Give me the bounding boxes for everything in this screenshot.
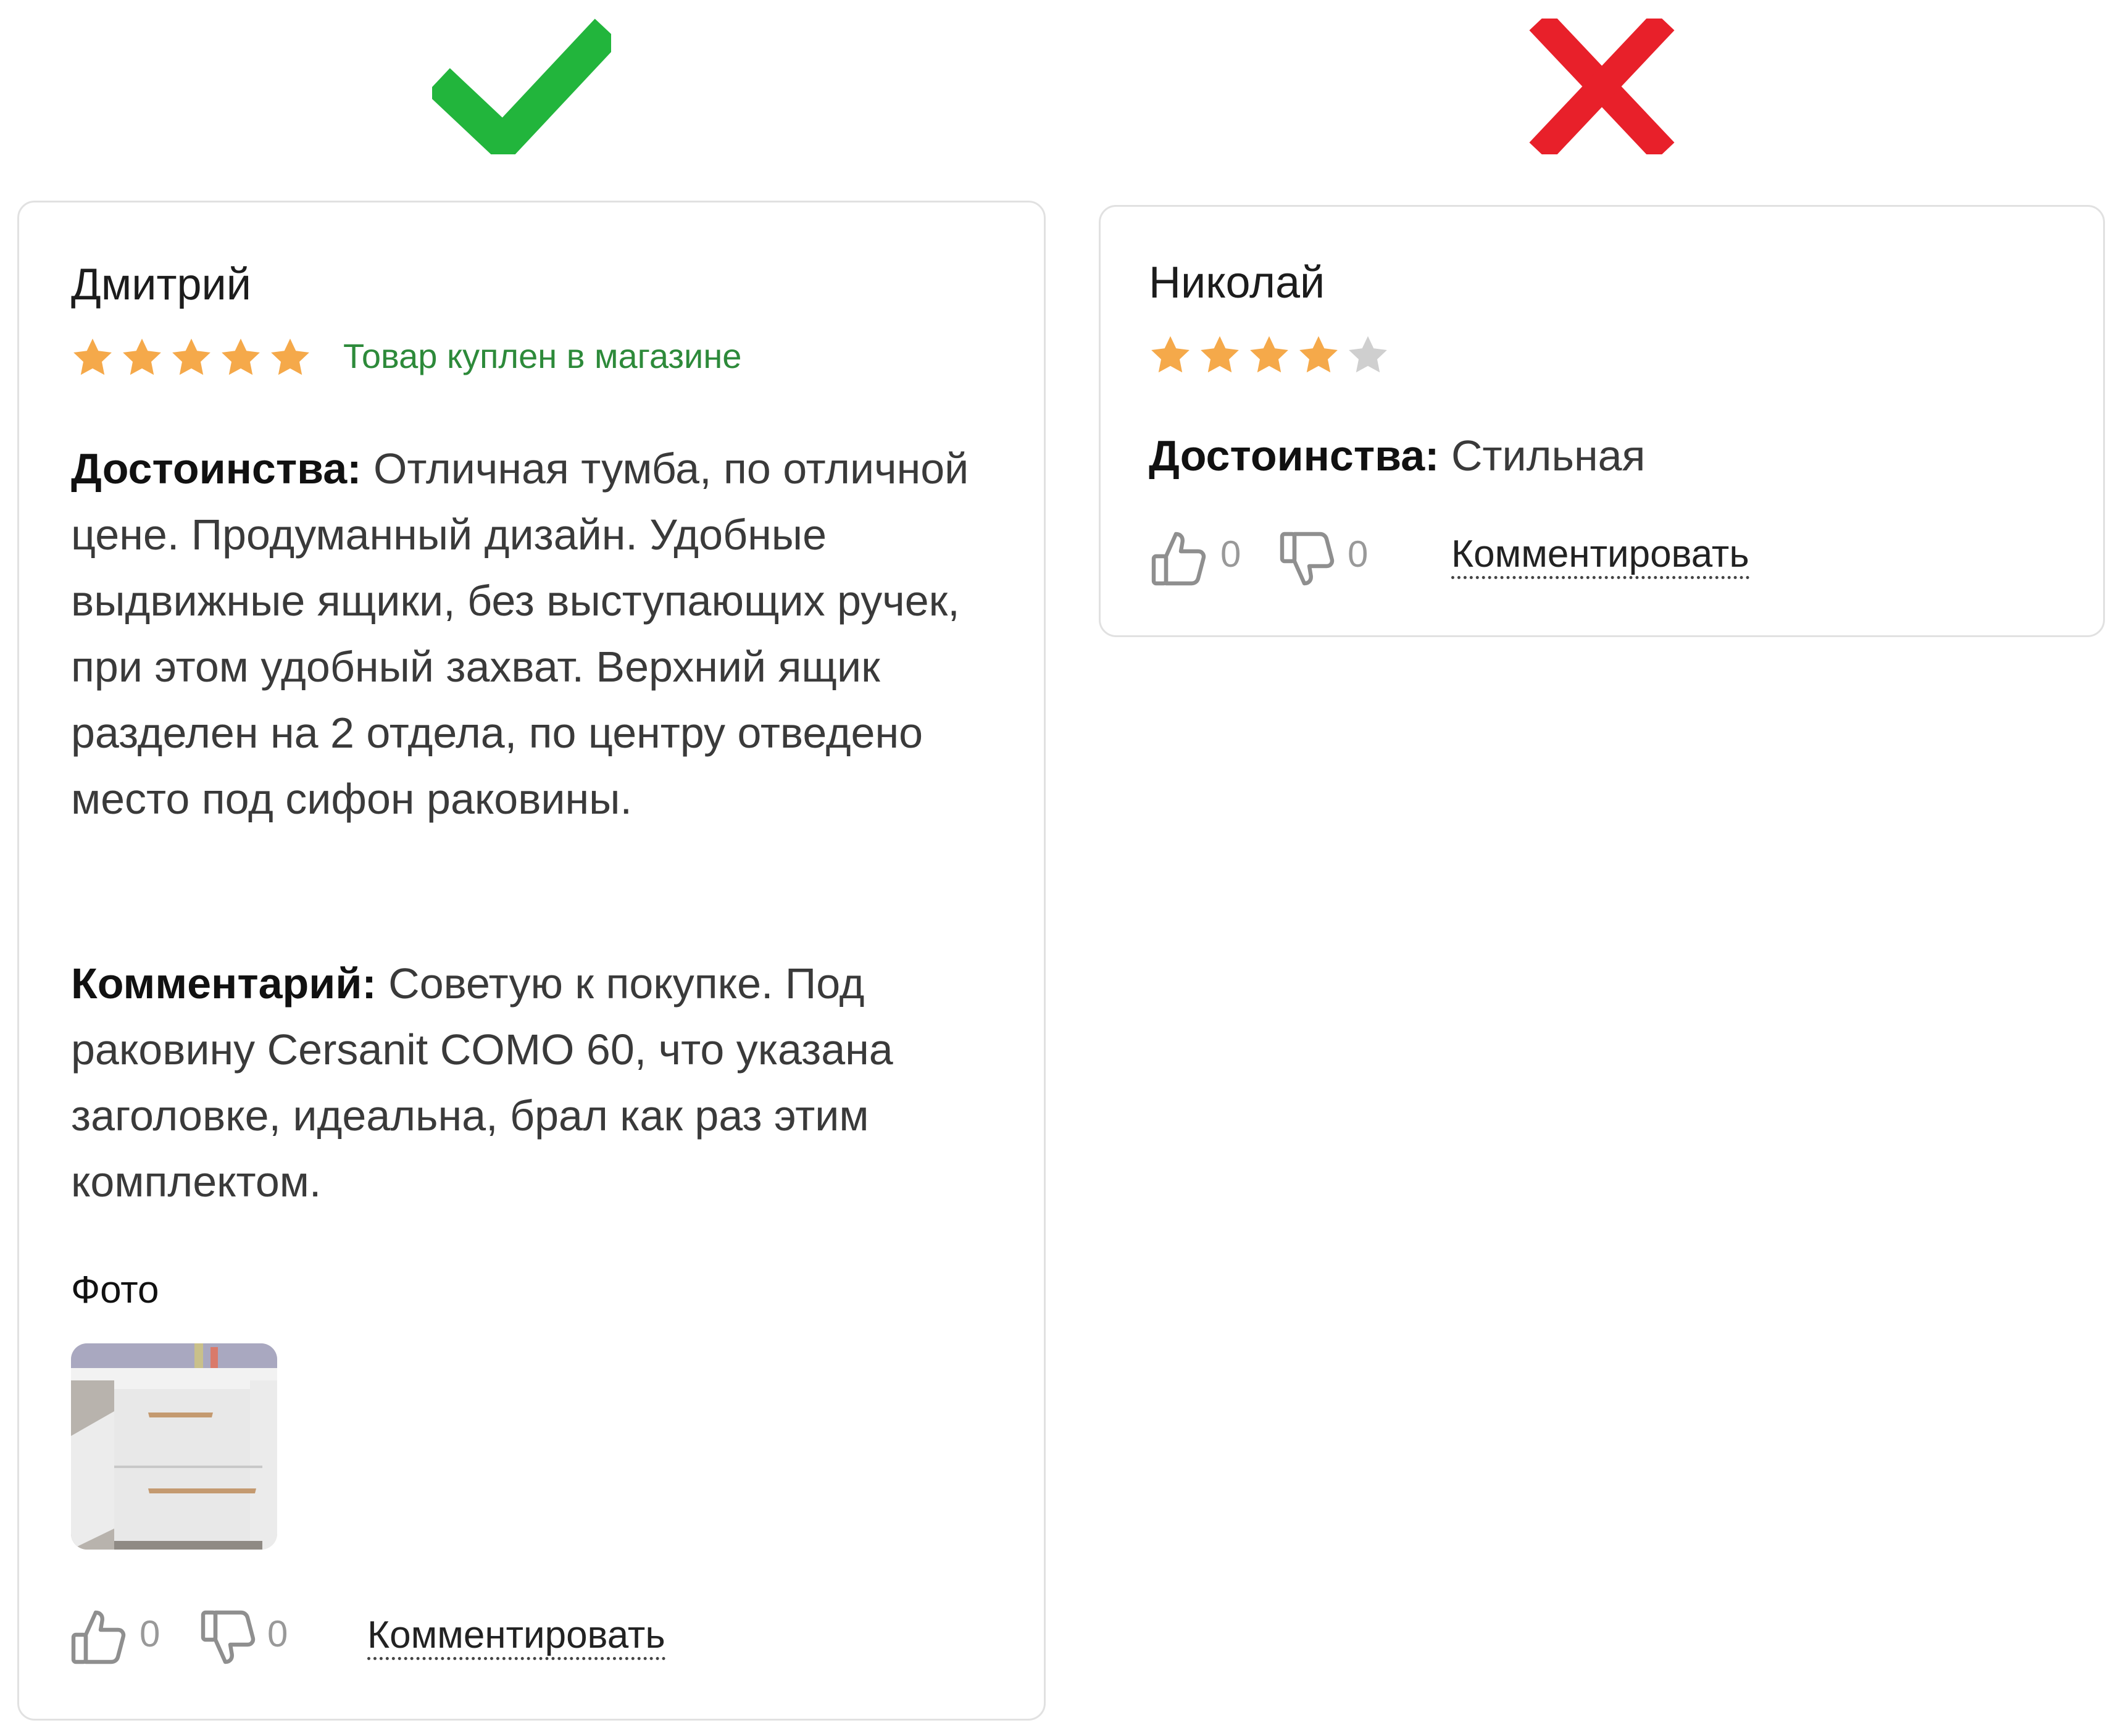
comment-block: Комментарий: Советую к покупке. Под рако… xyxy=(71,951,1034,1215)
thumbs-up-icon xyxy=(71,1610,126,1664)
star-icon xyxy=(73,338,112,375)
star-icon xyxy=(222,338,260,375)
rating-stars xyxy=(1148,333,1391,378)
dislike-button[interactable] xyxy=(198,1605,257,1669)
like-button[interactable] xyxy=(69,1605,128,1669)
thumbs-down-icon xyxy=(1280,532,1335,586)
pros-text: Стильная xyxy=(1451,432,1646,480)
star-icon xyxy=(1201,336,1239,373)
review-author: Николай xyxy=(1149,258,1325,307)
comment-link[interactable]: Комментировать xyxy=(367,1616,665,1660)
review-author: Дмитрий xyxy=(71,260,251,309)
review-photo-thumbnail[interactable] xyxy=(71,1343,277,1550)
rating-stars xyxy=(70,336,313,380)
pros-block: Достоинства: Отличная тумба, по отличной… xyxy=(71,436,1015,832)
thumbs-down-icon xyxy=(201,1610,256,1664)
pros-text: Отличная тумба, по отличной цене. Продум… xyxy=(71,444,969,823)
pros-label: Достоинства: xyxy=(1149,432,1440,480)
cross-icon xyxy=(1529,19,1675,154)
dislike-button[interactable] xyxy=(1277,527,1336,591)
cabinet-photo xyxy=(71,1343,277,1550)
dislike-count: 0 xyxy=(1348,533,1369,575)
comment-label: Комментарий: xyxy=(71,959,377,1008)
star-icon xyxy=(172,338,210,375)
like-button[interactable] xyxy=(1149,527,1208,591)
star-icon xyxy=(1250,336,1288,373)
review-card-bad: Николай Достоинства: Стильная 0 0 Коммен… xyxy=(1099,205,2105,637)
photo-section-title: Фото xyxy=(71,1269,159,1311)
star-icon xyxy=(123,338,161,375)
verified-purchase-badge: Товар куплен в магазине xyxy=(343,336,742,375)
pros-label: Достоинства: xyxy=(71,444,362,493)
star-icon xyxy=(1151,336,1190,373)
check-icon xyxy=(432,19,611,154)
thumbs-up-icon xyxy=(1151,532,1206,586)
comment-link[interactable]: Комментировать xyxy=(1451,535,1749,579)
star-icon xyxy=(271,338,309,375)
review-card-good: Дмитрий Товар куплен в магазине Достоинс… xyxy=(17,201,1046,1721)
dislike-count: 0 xyxy=(267,1613,288,1655)
like-count: 0 xyxy=(140,1613,160,1655)
pros-block: Достоинства: Стильная xyxy=(1149,423,2075,489)
star-icon-empty xyxy=(1349,336,1387,373)
star-icon xyxy=(1299,336,1338,373)
like-count: 0 xyxy=(1220,533,1241,575)
